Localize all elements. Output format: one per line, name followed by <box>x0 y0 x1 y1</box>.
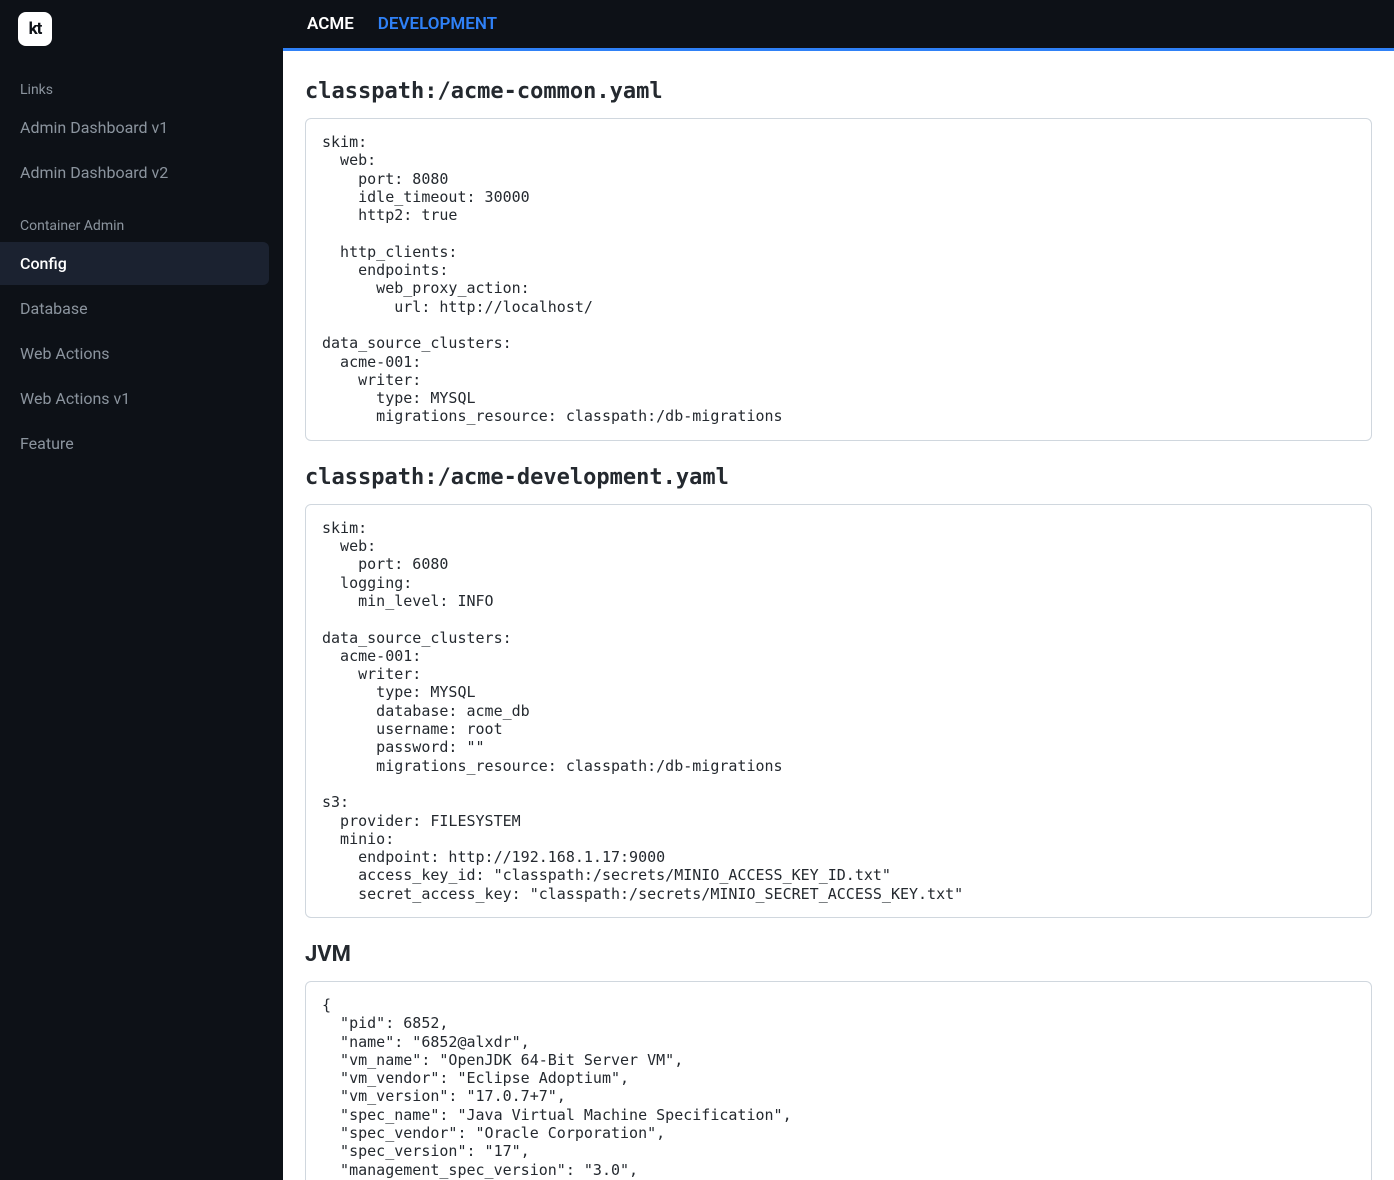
sidebar-item-admin-dashboard-v1[interactable]: Admin Dashboard v1 <box>0 106 269 149</box>
tab-environment[interactable]: DEVELOPMENT <box>378 14 497 34</box>
sidebar-item-web-actions-v1[interactable]: Web Actions v1 <box>0 377 269 420</box>
main-content: ACME DEVELOPMENT classpath:/acme-common.… <box>283 0 1394 1180</box>
config-file-content-0: skim: web: port: 8080 idle_timeout: 3000… <box>305 118 1372 441</box>
sidebar-section-links: Links <box>0 76 283 104</box>
app-logo[interactable]: kt <box>18 12 52 46</box>
topbar: ACME DEVELOPMENT <box>283 0 1394 51</box>
sidebar-item-admin-dashboard-v2[interactable]: Admin Dashboard v2 <box>0 151 269 194</box>
sidebar-item-feature[interactable]: Feature <box>0 422 269 465</box>
config-file-title-1: classpath:/acme-development.yaml <box>305 465 1372 490</box>
sidebar-item-database[interactable]: Database <box>0 287 269 330</box>
content-area: classpath:/acme-common.yaml skim: web: p… <box>283 51 1394 1180</box>
config-file-content-1: skim: web: port: 6080 logging: min_level… <box>305 504 1372 918</box>
sidebar: kt Links Admin Dashboard v1 Admin Dashbo… <box>0 0 283 1180</box>
sidebar-section-container-admin: Container Admin <box>0 212 283 240</box>
sidebar-item-web-actions[interactable]: Web Actions <box>0 332 269 375</box>
jvm-content: { "pid": 6852, "name": "6852@alxdr", "vm… <box>305 981 1372 1180</box>
jvm-section-title: JVM <box>305 942 1372 967</box>
config-file-title-0: classpath:/acme-common.yaml <box>305 79 1372 104</box>
sidebar-item-config[interactable]: Config <box>0 242 269 285</box>
tab-app-name[interactable]: ACME <box>307 14 354 34</box>
